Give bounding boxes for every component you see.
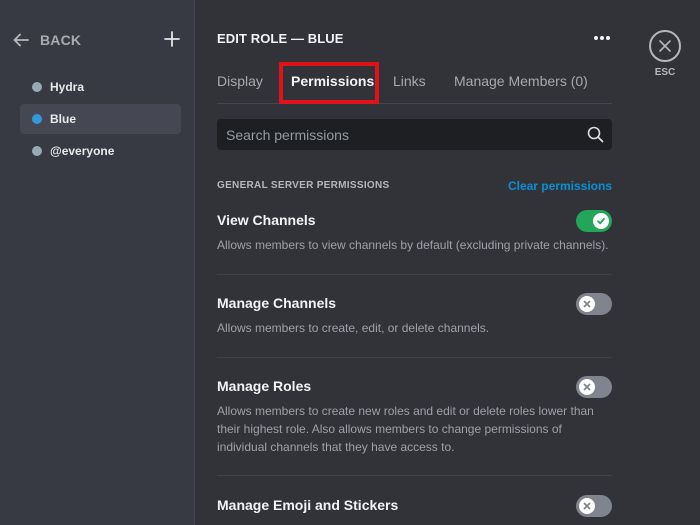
permission-toggle[interactable]: [576, 293, 612, 315]
section-header: GENERAL SERVER PERMISSIONS: [217, 180, 390, 191]
search-input[interactable]: [217, 126, 577, 143]
search-icon: [587, 126, 604, 143]
permission-name: View Channels: [217, 212, 316, 228]
role-name: Hydra: [50, 80, 85, 94]
divider: [217, 475, 612, 476]
role-color-dot: [32, 82, 42, 92]
check-icon: [597, 217, 605, 225]
toggle-knob: [593, 213, 609, 229]
role-item-everyone[interactable]: @everyone: [20, 136, 181, 166]
edit-role-panel: EDIT ROLE — BLUE Display Permissions Lin…: [196, 0, 628, 525]
more-options-icon[interactable]: [592, 30, 612, 46]
permission-row-view-channels: View Channels Allows members to view cha…: [217, 210, 612, 254]
role-color-dot: [32, 114, 42, 124]
close-circle: [649, 30, 681, 62]
divider: [217, 357, 612, 358]
divider: [217, 274, 612, 275]
back-button[interactable]: BACK: [12, 31, 81, 49]
permission-toggle[interactable]: [576, 495, 612, 517]
sidebar-header: BACK: [12, 28, 182, 52]
permission-row-manage-emoji-stickers: Manage Emoji and Stickers: [217, 495, 612, 517]
permission-name: Manage Channels: [217, 295, 337, 311]
tab-bar: Display Permissions Links Manage Members…: [217, 70, 612, 104]
tab-links[interactable]: Links: [393, 73, 426, 89]
tab-display[interactable]: Display: [217, 73, 263, 89]
role-list: Hydra Blue @everyone: [20, 72, 181, 168]
permission-row-manage-roles: Manage Roles Allows members to create ne…: [217, 376, 612, 456]
x-icon: [583, 300, 591, 308]
tab-manage-members[interactable]: Manage Members (0): [454, 73, 588, 89]
permission-row-manage-channels: Manage Channels Allows members to create…: [217, 293, 612, 337]
search-permissions-field: [217, 119, 612, 150]
add-role-button[interactable]: [162, 29, 182, 49]
toggle-knob: [579, 379, 595, 395]
permission-name: Manage Roles: [217, 378, 312, 394]
permission-name: Manage Emoji and Stickers: [217, 497, 399, 513]
active-tab-indicator: [291, 101, 367, 103]
x-icon: [583, 502, 591, 510]
role-color-dot: [32, 146, 42, 156]
role-item-blue[interactable]: Blue: [20, 104, 181, 134]
clear-permissions-link[interactable]: Clear permissions: [508, 179, 612, 193]
x-icon: [583, 383, 591, 391]
permission-description: Allows members to create new roles and e…: [217, 404, 594, 454]
permission-description: Allows members to view channels by defau…: [217, 238, 609, 252]
arrow-left-icon: [13, 33, 29, 47]
permission-description: Allows members to create, edit, or delet…: [217, 321, 490, 335]
back-label: BACK: [40, 32, 82, 48]
close-button[interactable]: ESC: [648, 30, 682, 78]
role-name: Blue: [50, 112, 77, 126]
tab-permissions[interactable]: Permissions: [291, 73, 374, 89]
close-icon: [659, 40, 671, 52]
role-name: @everyone: [50, 144, 115, 158]
esc-label: ESC: [654, 67, 676, 78]
roles-sidebar: BACK Hydra Blue @everyone: [0, 0, 195, 525]
role-item-hydra[interactable]: Hydra: [20, 72, 181, 102]
permission-toggle[interactable]: [576, 210, 612, 232]
page-title: EDIT ROLE — BLUE: [217, 31, 344, 46]
permission-toggle[interactable]: [576, 376, 612, 398]
toggle-knob: [579, 296, 595, 312]
toggle-knob: [579, 498, 595, 514]
